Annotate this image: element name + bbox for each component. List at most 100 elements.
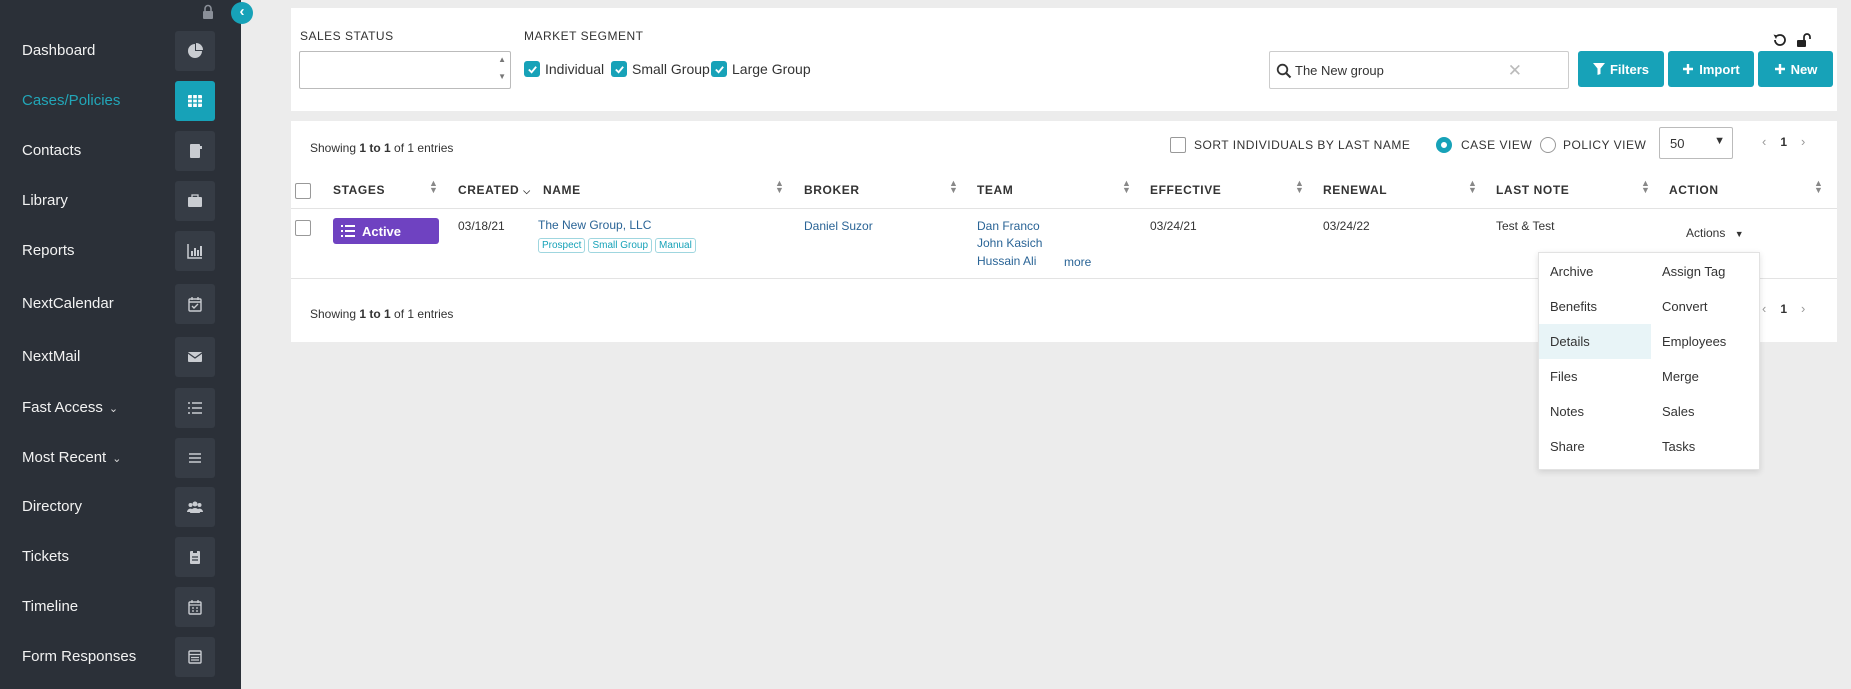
- sidebar-item-dashboard[interactable]: Dashboard: [0, 31, 241, 71]
- sidebar-item-form-responses[interactable]: Form Responses: [0, 637, 241, 677]
- segment-large-group-checkbox[interactable]: Large Group: [711, 61, 811, 77]
- column-header-renewal[interactable]: RENEWAL: [1323, 183, 1387, 197]
- search-input[interactable]: The New group ✕: [1269, 51, 1569, 89]
- check-icon[interactable]: [611, 61, 627, 77]
- sidebar-item-fast-access[interactable]: Fast Access ⌄: [0, 388, 241, 428]
- page-size-select[interactable]: 50 ▼: [1659, 127, 1733, 159]
- column-header-team[interactable]: TEAM: [977, 183, 1013, 197]
- unlock-icon[interactable]: [1796, 32, 1812, 48]
- showing-suffix: of 1 entries: [390, 307, 454, 321]
- team-member-link[interactable]: Hussain Ali: [977, 254, 1036, 268]
- tag-small-group[interactable]: Small Group: [588, 238, 653, 253]
- actions-dropdown-toggle[interactable]: Actions ▼: [1686, 226, 1744, 240]
- sidebar-item-directory[interactable]: Directory: [0, 487, 241, 527]
- team-member-link[interactable]: John Kasich: [977, 236, 1042, 250]
- check-icon[interactable]: [711, 61, 727, 77]
- next-page-icon[interactable]: ›: [1801, 301, 1805, 316]
- policy-view-radio[interactable]: [1540, 137, 1556, 153]
- sidebar-item-tickets[interactable]: Tickets: [0, 537, 241, 577]
- segment-individual-checkbox[interactable]: Individual: [524, 61, 604, 77]
- tag-prospect[interactable]: Prospect: [538, 238, 586, 253]
- column-header-created[interactable]: CREATED ⌵: [458, 183, 531, 197]
- actions-menu: Archive Benefits Details Files Notes Sha…: [1538, 252, 1760, 470]
- stage-label: Active: [362, 223, 402, 239]
- current-page[interactable]: 1: [1780, 135, 1787, 149]
- plus-icon: [1683, 64, 1694, 74]
- sort-icon[interactable]: ▲ ▼: [1641, 179, 1650, 195]
- sort-icon[interactable]: ▲ ▼: [949, 179, 958, 195]
- collapse-sidebar-button[interactable]: ‹: [231, 2, 253, 24]
- stage-badge-active[interactable]: Active: [333, 218, 439, 244]
- reset-icon[interactable]: [1772, 32, 1788, 48]
- segment-small-group-checkbox[interactable]: Small Group: [611, 61, 710, 77]
- new-button[interactable]: New: [1758, 51, 1833, 87]
- chevron-down-icon: ⌄: [108, 403, 119, 415]
- spin-up-icon[interactable]: ▲: [498, 55, 506, 64]
- sidebar-item-contacts[interactable]: Contacts: [0, 131, 241, 171]
- team-more-link[interactable]: more: [1064, 255, 1091, 269]
- menu-item-details[interactable]: Details: [1539, 324, 1651, 359]
- search-value[interactable]: The New group: [1295, 63, 1384, 78]
- column-header-last-note[interactable]: LAST NOTE: [1496, 183, 1569, 197]
- select-all-checkbox[interactable]: [295, 183, 311, 199]
- team-member-link[interactable]: Dan Franco: [977, 219, 1040, 233]
- sort-by-last-name-checkbox[interactable]: [1170, 137, 1186, 153]
- filters-button[interactable]: Filters: [1578, 51, 1664, 87]
- broker-link[interactable]: Daniel Suzor: [804, 219, 873, 233]
- tag-manual[interactable]: Manual: [655, 238, 696, 253]
- sort-icon[interactable]: ▲ ▼: [429, 179, 438, 195]
- menu-item-convert[interactable]: Convert: [1651, 289, 1763, 324]
- import-button[interactable]: Import: [1668, 51, 1754, 87]
- check-icon[interactable]: [524, 61, 540, 77]
- sales-status-label: SALES STATUS: [300, 29, 394, 43]
- menu-item-share[interactable]: Share: [1539, 429, 1651, 464]
- sidebar-item-label: NextMail: [22, 348, 81, 365]
- spin-down-icon[interactable]: ▼: [498, 72, 506, 81]
- sidebar-item-reports[interactable]: Reports: [0, 231, 241, 271]
- sidebar-item-cases-policies[interactable]: Cases/Policies: [0, 81, 241, 121]
- sidebar-item-timeline[interactable]: Timeline: [0, 587, 241, 627]
- menu-item-tasks[interactable]: Tasks: [1651, 429, 1763, 464]
- lock-icon[interactable]: [201, 4, 215, 20]
- sort-icon[interactable]: ▲ ▼: [1295, 179, 1304, 195]
- column-header-effective[interactable]: EFFECTIVE: [1150, 183, 1221, 197]
- table-icon: [175, 81, 215, 121]
- case-name-link[interactable]: The New Group, LLC: [538, 218, 651, 232]
- menu-item-sales[interactable]: Sales: [1651, 394, 1763, 429]
- sort-icon[interactable]: ▲ ▼: [1814, 179, 1823, 195]
- menu-item-archive[interactable]: Archive: [1539, 254, 1651, 289]
- sales-status-select[interactable]: ▲ ▼: [299, 51, 511, 89]
- menu-item-files[interactable]: Files: [1539, 359, 1651, 394]
- sidebar-item-library[interactable]: Library: [0, 181, 241, 221]
- sidebar: Dashboard Cases/Policies Contacts Librar…: [0, 0, 241, 689]
- sort-icon[interactable]: ▲ ▼: [775, 179, 784, 195]
- clear-search-icon[interactable]: ✕: [1508, 61, 1522, 81]
- caret-down-icon: ▼: [1734, 229, 1744, 239]
- showing-prefix: Showing: [310, 141, 360, 155]
- sidebar-item-nextmail[interactable]: NextMail: [0, 337, 241, 377]
- column-header-name[interactable]: NAME: [543, 183, 581, 197]
- case-view-radio[interactable]: [1436, 137, 1452, 153]
- menu-item-benefits[interactable]: Benefits: [1539, 289, 1651, 324]
- column-header-broker[interactable]: BROKER: [804, 183, 860, 197]
- sidebar-item-nextcalendar[interactable]: NextCalendar: [0, 284, 241, 324]
- column-header-action: ACTION: [1669, 183, 1719, 197]
- sort-icon[interactable]: ▲ ▼: [1122, 179, 1131, 195]
- current-page[interactable]: 1: [1780, 302, 1787, 316]
- showing-entries-top: Showing 1 to 1 of 1 entries: [310, 141, 453, 155]
- menu-item-notes[interactable]: Notes: [1539, 394, 1651, 429]
- sidebar-item-most-recent[interactable]: Most Recent ⌄: [0, 438, 241, 478]
- row-checkbox[interactable]: [295, 220, 311, 236]
- menu-item-merge[interactable]: Merge: [1651, 359, 1763, 394]
- prev-page-icon[interactable]: ‹: [1762, 134, 1766, 149]
- sidebar-item-label: Library: [22, 192, 68, 209]
- column-header-stages[interactable]: STAGES: [333, 183, 385, 197]
- sort-icon[interactable]: ▲ ▼: [1468, 179, 1477, 195]
- case-tags: Prospect Small Group Manual: [538, 237, 699, 253]
- showing-prefix: Showing: [310, 307, 360, 321]
- next-page-icon[interactable]: ›: [1801, 134, 1805, 149]
- briefcase-icon: [175, 181, 215, 221]
- showing-range: 1 to 1: [359, 141, 391, 155]
- menu-item-assign-tag[interactable]: Assign Tag: [1651, 254, 1763, 289]
- menu-item-employees[interactable]: Employees: [1651, 324, 1763, 359]
